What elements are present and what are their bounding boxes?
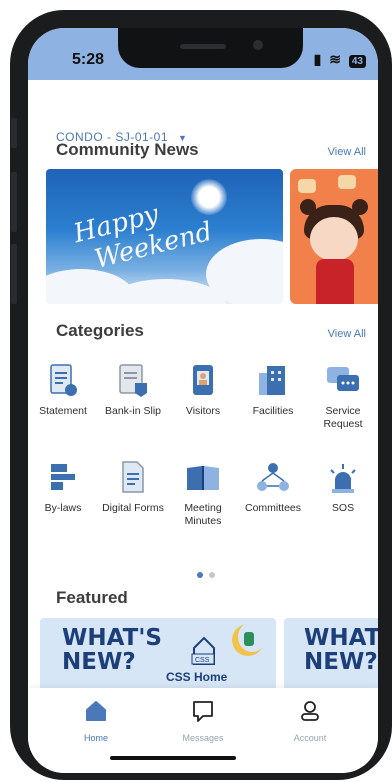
bylaws-icon — [45, 460, 81, 496]
bank-slip-icon — [115, 363, 151, 399]
category-pager — [197, 565, 221, 583]
status-bar: 5:28 ▮ ≋ 43 — [28, 28, 378, 80]
category-visitors[interactable]: Visitors — [168, 363, 238, 418]
account-icon — [301, 701, 319, 721]
featured-headline-line: NEW? — [304, 649, 378, 675]
speaker-grille — [180, 44, 226, 49]
home-indicator[interactable] — [110, 756, 236, 760]
cloud-graphic — [206, 239, 283, 304]
news-view-all-link[interactable]: View All — [328, 146, 366, 158]
category-digital-forms[interactable]: Digital Forms — [98, 460, 168, 515]
tab-home[interactable]: Home — [56, 700, 136, 743]
pager-dot-active[interactable] — [197, 572, 203, 578]
battery-icon: 43 — [348, 55, 366, 68]
category-label: Service Request — [323, 405, 363, 430]
tab-label: Messages — [182, 733, 224, 743]
featured-headline: WHAT'S NEW? — [62, 626, 162, 674]
facilities-icon — [255, 363, 291, 399]
bottom-tab-bar: Home Messages Account — [28, 688, 378, 773]
category-facilities[interactable]: Facilities — [238, 363, 308, 418]
community-news-title: Community News — [56, 140, 199, 159]
pager-dot[interactable] — [209, 572, 215, 578]
dynamic-notch — [118, 28, 303, 68]
categories-view-all-link[interactable]: View All — [328, 328, 366, 340]
home-icon — [86, 701, 106, 721]
category-label: SOS — [331, 502, 355, 514]
character-dress — [316, 259, 354, 304]
lantern-graphic — [338, 175, 356, 189]
category-statement[interactable]: Statement — [28, 363, 98, 418]
featured-card-whats-new[interactable]: WHAT'S NEW? CSS CSS Home — [40, 618, 276, 696]
lantern-icon — [244, 632, 254, 646]
category-label: Statement — [39, 405, 87, 417]
sos-icon — [325, 460, 361, 496]
css-logo-icon: CSS — [190, 634, 216, 665]
css-logo-text: CSS — [195, 657, 210, 664]
featured-headline-line: WHAT'S — [62, 625, 162, 651]
category-label: Committees — [244, 502, 301, 514]
front-camera — [253, 40, 263, 50]
category-sos[interactable]: SOS — [308, 460, 378, 515]
status-icons: ▮ ≋ 43 — [314, 51, 366, 68]
volume-up-button — [11, 172, 17, 232]
wifi-icon: ≋ — [329, 51, 343, 67]
featured-headline: WHAT NEW? — [304, 626, 378, 674]
category-bank-in-slip[interactable]: Bank-in Slip — [98, 363, 168, 418]
meeting-minutes-icon — [185, 460, 221, 496]
category-label: Digital Forms — [102, 502, 164, 514]
featured-card-whats-new-2[interactable]: WHAT NEW? — [284, 618, 378, 696]
status-time: 5:28 — [72, 51, 105, 68]
category-label: By-laws — [44, 502, 82, 514]
category-label: Facilities — [252, 405, 294, 417]
category-by-laws[interactable]: By-laws — [28, 460, 98, 515]
lantern-graphic — [298, 179, 316, 193]
volume-down-button — [11, 244, 17, 304]
signal-icon: ▮ — [313, 51, 324, 67]
service-request-icon — [325, 363, 361, 399]
category-label: Meeting Minutes — [184, 502, 222, 527]
category-service-request[interactable]: Service Request — [308, 363, 378, 431]
news-card-handwriting: Happy Weekend — [71, 188, 215, 279]
news-card-new-year[interactable]: H N — [290, 169, 378, 304]
character-hair-bun — [352, 199, 368, 215]
category-label: Visitors — [185, 405, 221, 417]
featured-headline-line: NEW? — [62, 649, 136, 675]
categories-title: Categories — [56, 321, 144, 340]
tab-label: Home — [83, 733, 108, 743]
tab-account[interactable]: Account — [270, 700, 350, 743]
featured-brand: CSS Home — [166, 670, 228, 684]
visitors-icon — [185, 363, 221, 399]
message-icon — [193, 701, 213, 722]
committees-icon — [255, 460, 291, 496]
tab-label: Account — [293, 733, 327, 743]
app-screen: 5:28 ▮ ≋ 43 CONDO - SJ-01-01 ▼ Community … — [28, 28, 378, 773]
featured-title: Featured — [56, 588, 128, 607]
category-meeting-minutes[interactable]: Meeting Minutes — [168, 460, 238, 528]
category-committees[interactable]: Committees — [238, 460, 308, 515]
tab-messages[interactable]: Messages — [163, 700, 243, 743]
category-label: Bank-in Slip — [104, 405, 162, 417]
statement-icon — [45, 363, 81, 399]
character-hair-bun — [300, 199, 316, 215]
digital-forms-icon — [115, 460, 151, 496]
featured-headline-line: WHAT — [304, 625, 378, 651]
mute-switch — [11, 118, 17, 148]
news-card-happy-weekend[interactable]: Happy Weekend — [46, 169, 283, 304]
character-face — [310, 217, 358, 261]
